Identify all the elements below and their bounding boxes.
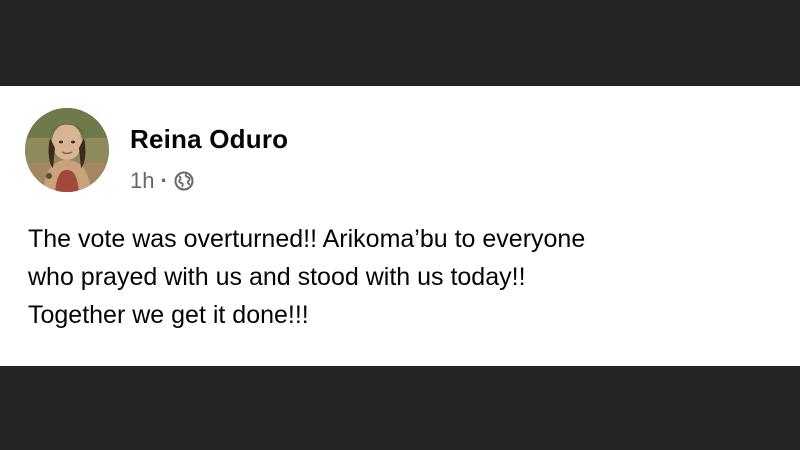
author-name[interactable]: Reina Oduro xyxy=(130,124,288,155)
screenshot-frame: Reina Oduro 1h · The vote was overturned… xyxy=(0,0,800,450)
meta-separator: · xyxy=(160,168,168,193)
post-card: Reina Oduro 1h · The vote was overturned… xyxy=(0,86,800,366)
post-meta: 1h · xyxy=(130,168,194,194)
post-timestamp[interactable]: 1h xyxy=(130,168,154,194)
globe-icon[interactable] xyxy=(174,171,194,191)
avatar[interactable] xyxy=(25,108,109,192)
post-text-line: who prayed with us and stood with us tod… xyxy=(28,263,526,291)
post-text: The vote was overturned!! Arikoma’bu to … xyxy=(28,220,788,334)
post-text-line: Together we get it done!!! xyxy=(28,301,309,329)
avatar-image xyxy=(25,108,109,192)
post-text-line: The vote was overturned!! Arikoma’bu to … xyxy=(28,225,586,253)
